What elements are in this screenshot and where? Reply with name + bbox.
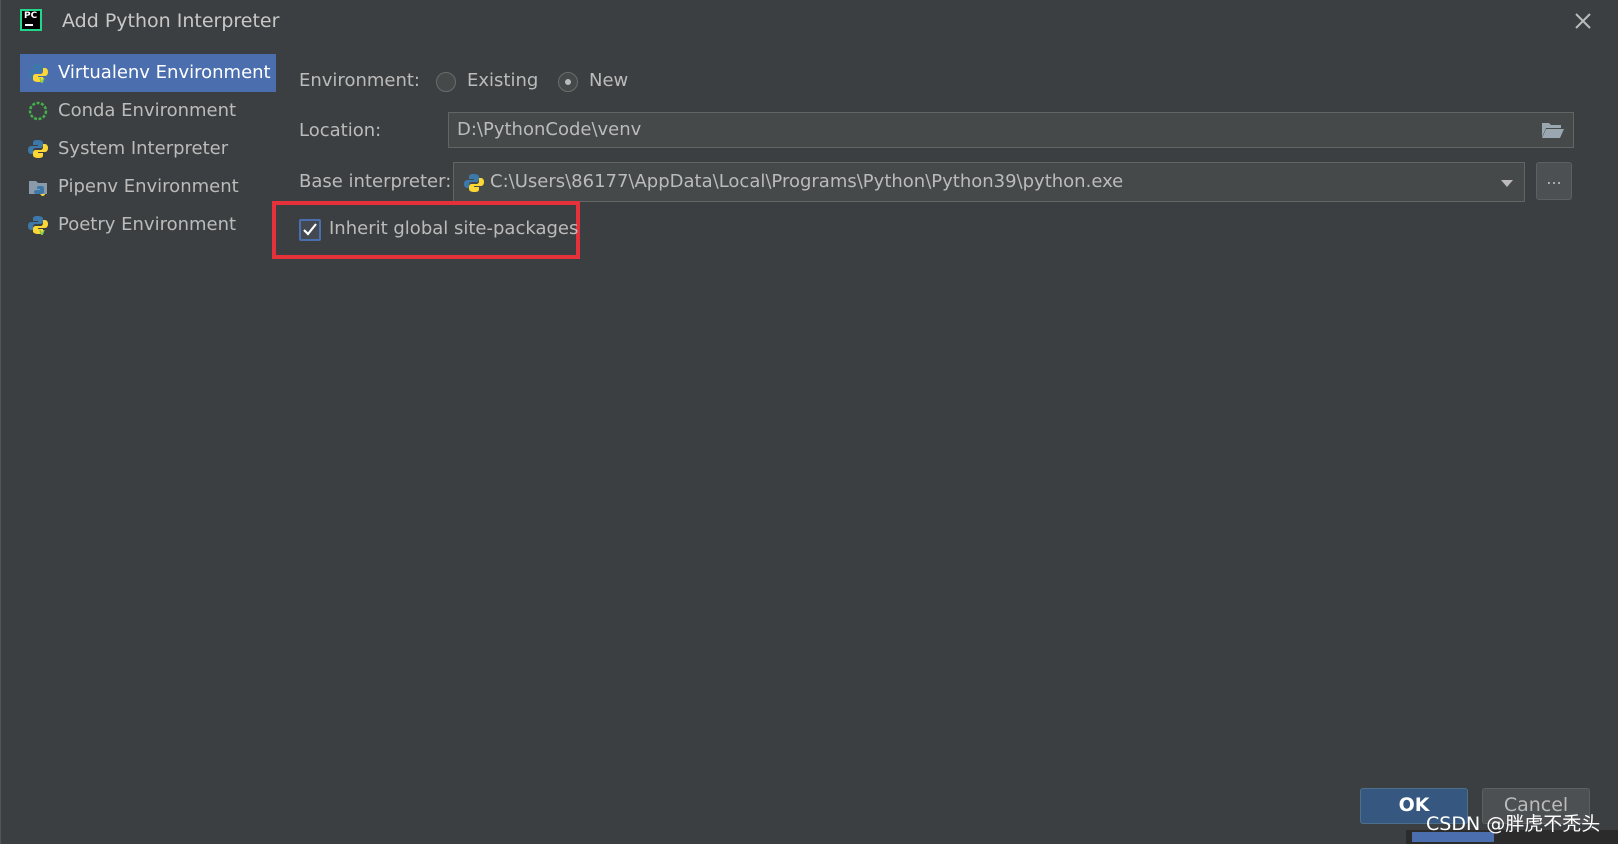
dialog-title: Add Python Interpreter [62, 10, 280, 32]
base-interpreter-select[interactable]: C:\Users\86177\AppData\Local\Programs\Py… [453, 162, 1525, 202]
poetry-icon: v [28, 216, 48, 235]
radio-new-label[interactable]: New [589, 70, 628, 91]
sidebar-item-label: System Interpreter [58, 138, 229, 159]
sidebar-item-label: Poetry Environment [58, 214, 237, 235]
radio-existing-label[interactable]: Existing [467, 70, 538, 91]
sidebar-item-system[interactable]: System Interpreter [20, 130, 276, 168]
location-value: D:\PythonCode\venv [457, 119, 642, 140]
base-interpreter-value: C:\Users\86177\AppData\Local\Programs\Py… [490, 171, 1124, 192]
inherit-label[interactable]: Inherit global site-packages [329, 218, 578, 239]
window-border [0, 0, 1, 844]
location-label: Location: [299, 120, 382, 141]
svg-text:v: v [39, 228, 45, 235]
sidebar-item-label: Virtualenv Environment [58, 62, 271, 83]
python-virtualenv-icon: v [28, 64, 48, 83]
python-icon [464, 174, 484, 192]
conda-icon [28, 101, 48, 121]
sidebar-item-pipenv[interactable]: Pipenv Environment [20, 168, 276, 206]
title-bar: PC Add Python Interpreter [0, 0, 1618, 44]
radio-new[interactable] [558, 72, 578, 92]
folder-icon[interactable] [1541, 121, 1565, 139]
watermark: CSDN @胖虎不秃头 [1426, 813, 1601, 835]
chevron-down-icon[interactable] [1500, 178, 1514, 188]
svg-text:v: v [39, 76, 45, 83]
sidebar-item-poetry[interactable]: v Poetry Environment [20, 206, 276, 244]
radio-existing[interactable] [436, 72, 456, 92]
pipenv-icon [29, 181, 47, 196]
browse-interpreter-button[interactable]: ... [1536, 162, 1572, 200]
sidebar-item-label: Conda Environment [58, 100, 237, 121]
checkmark-icon [303, 223, 317, 236]
sidebar-item-virtualenv[interactable]: v Virtualenv Environment [20, 54, 276, 92]
interpreter-type-list: v Virtualenv Environment Conda Environme… [20, 54, 276, 244]
inherit-checkbox[interactable] [299, 219, 321, 241]
sidebar-item-conda[interactable]: Conda Environment [20, 92, 276, 130]
pycharm-icon: PC [20, 9, 42, 31]
environment-label: Environment: [299, 70, 420, 91]
app-icon-text: PC [24, 11, 38, 21]
location-field[interactable]: D:\PythonCode\venv [448, 112, 1574, 148]
add-python-interpreter-dialog: PC Add Python Interpreter v Virtualenv E… [0, 0, 1618, 844]
close-icon[interactable] [1570, 8, 1596, 34]
python-icon [28, 140, 48, 158]
base-interpreter-label: Base interpreter: [299, 171, 452, 192]
sidebar-item-label: Pipenv Environment [58, 176, 239, 197]
